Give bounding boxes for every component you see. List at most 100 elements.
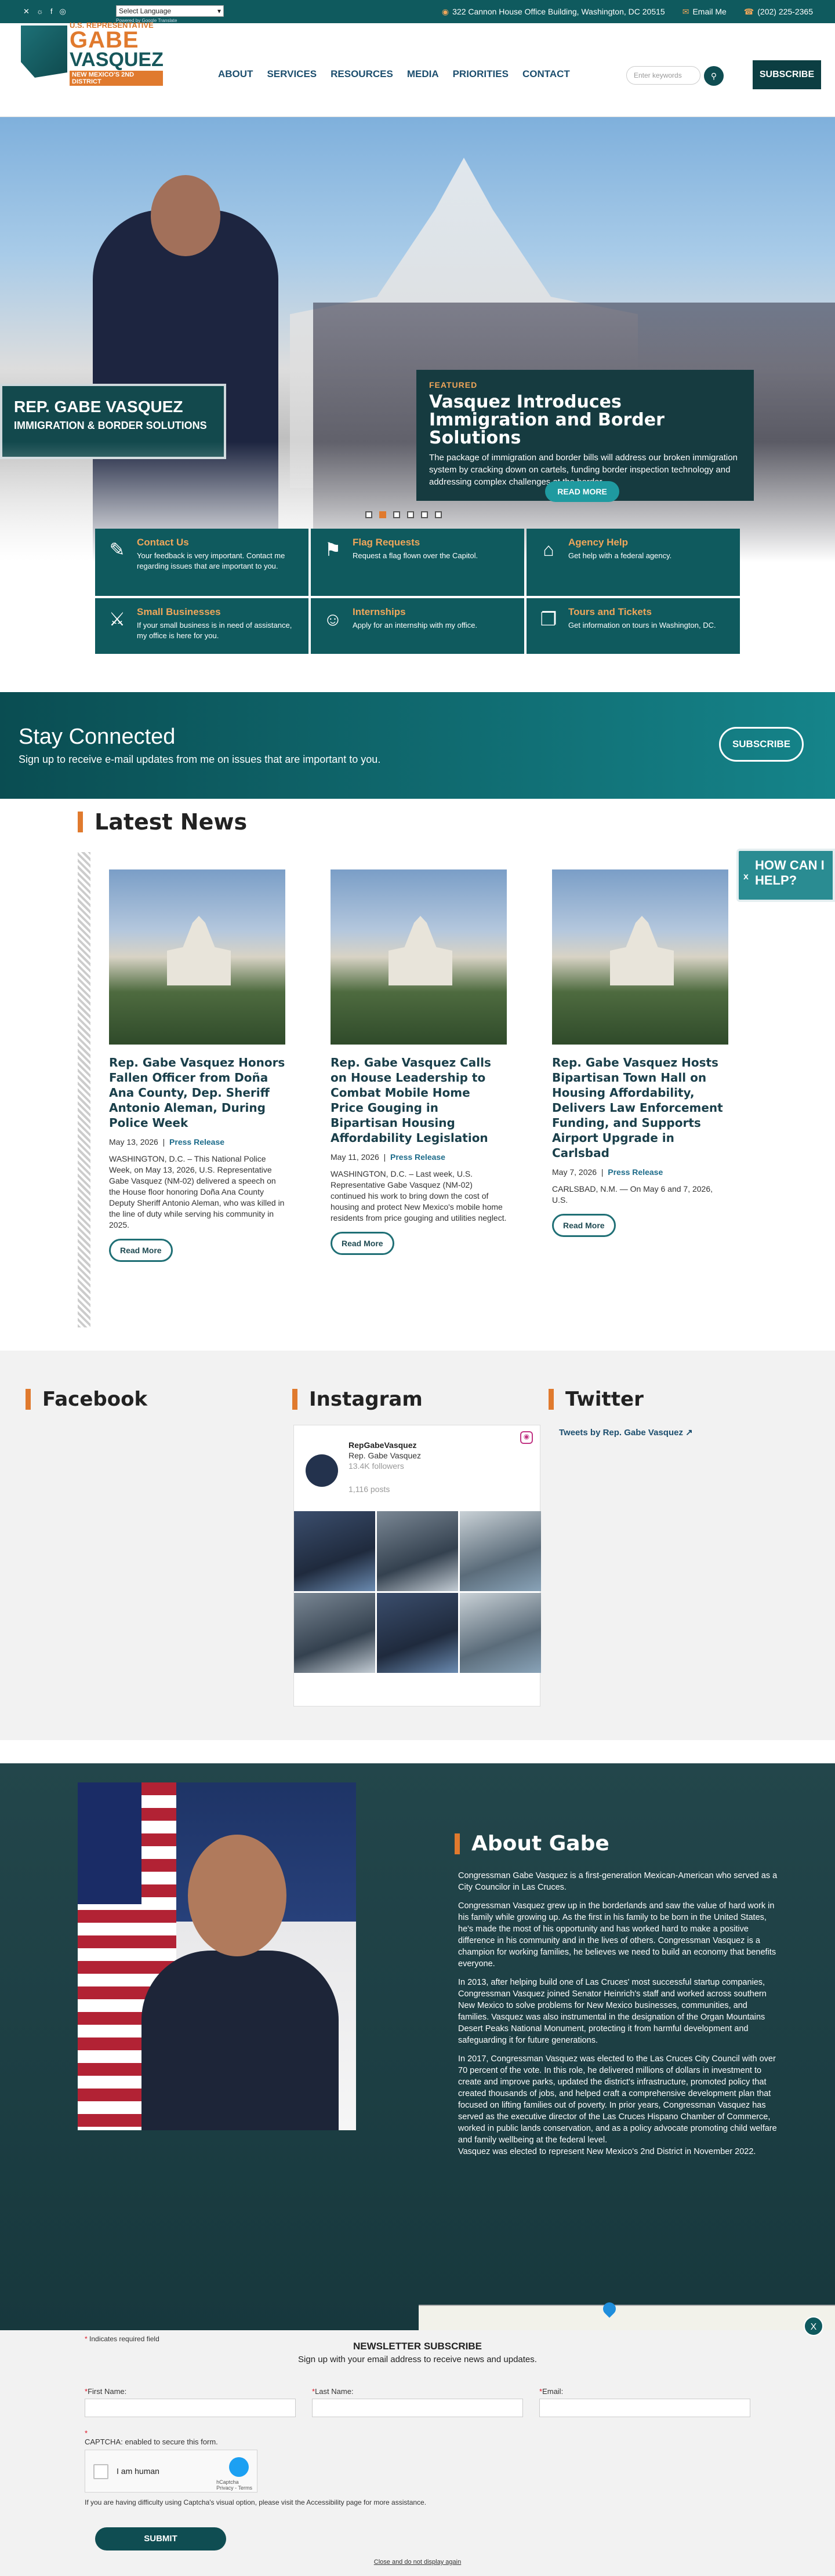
quick-link-card[interactable]: ✎ Contact Us Your feedback is very impor… — [95, 529, 308, 596]
facebook-icon[interactable]: f — [50, 7, 53, 16]
quick-link-card[interactable]: ❐ Tours and Tickets Get information on t… — [527, 598, 740, 654]
news-title[interactable]: Rep. Gabe Vasquez Honors Fallen Officer … — [109, 1055, 285, 1130]
envelope-icon: ✉ — [682, 7, 689, 16]
email-field[interactable] — [539, 2399, 750, 2417]
quick-link-desc: Get information on tours in Washington, … — [568, 621, 716, 630]
first-name-label: *First Name: — [85, 2387, 127, 2396]
nav-priorities[interactable]: PRIORITIES — [453, 68, 509, 80]
facebook-heading: Facebook — [26, 1388, 147, 1411]
main-nav: ABOUT SERVICES RESOURCES MEDIA PRIORITIE… — [218, 68, 570, 80]
nav-contact[interactable]: CONTACT — [522, 68, 570, 80]
x-icon[interactable]: ✕ — [23, 7, 30, 16]
close-icon[interactable]: x — [743, 869, 749, 885]
address-link[interactable]: ◉ 322 Cannon House Office Building, Washi… — [442, 7, 665, 17]
ig-photo[interactable] — [460, 1511, 541, 1591]
hcaptcha-logo-icon — [229, 2457, 249, 2477]
bluesky-icon[interactable]: ☼ — [37, 7, 43, 16]
ig-photo[interactable] — [377, 1511, 458, 1591]
close-do-not-display-link[interactable]: Close and do not display again — [0, 2559, 835, 2566]
instagram-icon[interactable]: ◎ — [59, 7, 66, 16]
read-more-button[interactable]: Read More — [552, 1214, 616, 1237]
quick-link-desc: Apply for an internship with my office. — [353, 621, 478, 630]
portrait-photo — [78, 1782, 356, 2130]
search-input[interactable]: Enter keywords — [626, 66, 700, 85]
email-link[interactable]: ✉ Email Me — [682, 7, 727, 17]
newsletter-heading: NEWSLETTER SUBSCRIBE — [353, 2341, 482, 2352]
ig-name: Rep. Gabe Vasquez — [348, 1451, 422, 1460]
news-excerpt: WASHINGTON, D.C. – This National Police … — [109, 1154, 285, 1229]
news-list: Rep. Gabe Vasquez Honors Fallen Officer … — [109, 869, 728, 1262]
submit-button[interactable]: SUBMIT — [95, 2527, 226, 2550]
news-title[interactable]: Rep. Gabe Vasquez Calls on House Leaders… — [331, 1055, 507, 1145]
slider-dot[interactable] — [407, 511, 414, 518]
site-logo[interactable]: U.S. REPRESENTATIVE GABE VASQUEZ NEW MEX… — [21, 21, 164, 86]
captcha-checkbox[interactable] — [93, 2464, 108, 2479]
phone-link[interactable]: ☎ (202) 225-2365 — [744, 7, 813, 17]
quick-link-card[interactable]: ⚔ Small Businesses If your small busines… — [95, 598, 308, 654]
close-icon[interactable]: X — [804, 2316, 823, 2336]
person-icon: ☺ — [323, 609, 343, 630]
nav-media[interactable]: MEDIA — [407, 68, 439, 80]
ig-handle[interactable]: RepGabeVasquez — [348, 1440, 417, 1450]
slider-dot[interactable] — [393, 511, 400, 518]
ig-photo[interactable] — [460, 1593, 541, 1673]
ig-photo[interactable] — [294, 1593, 375, 1673]
nav-services[interactable]: SERVICES — [267, 68, 317, 80]
slider-dot[interactable] — [435, 511, 442, 518]
header-subscribe-button[interactable]: SUBSCRIBE — [753, 60, 821, 89]
twitter-timeline-link[interactable]: Tweets by Rep. Gabe Vasquez ↗ — [559, 1427, 693, 1438]
news-title[interactable]: Rep. Gabe Vasquez Hosts Bipartisan Town … — [552, 1055, 728, 1160]
news-image[interactable] — [109, 869, 285, 1045]
ig-posts: 1,116 posts — [348, 1485, 390, 1494]
ig-photo[interactable] — [294, 1511, 375, 1591]
search-icon[interactable]: ⚲ — [704, 66, 724, 86]
office-map[interactable] — [419, 2300, 835, 2331]
slider-dot[interactable] — [379, 511, 386, 518]
nav-resources[interactable]: RESOURCES — [331, 68, 393, 80]
contact-info: ◉ 322 Cannon House Office Building, Washi… — [442, 7, 813, 17]
new-mexico-map-icon — [21, 26, 67, 78]
ig-photo-grid — [294, 1511, 541, 1673]
featured-title[interactable]: Vasquez Introduces Immigration and Borde… — [429, 393, 741, 447]
slider-dot[interactable] — [421, 511, 428, 518]
news-card: Rep. Gabe Vasquez Honors Fallen Officer … — [109, 869, 285, 1262]
featured-tag: FEATURED — [429, 380, 478, 390]
hero-slider: REP. GABE VASQUEZ IMMIGRATION & BORDER S… — [0, 117, 835, 575]
nav-about[interactable]: ABOUT — [218, 68, 253, 80]
ticket-icon: ❐ — [540, 609, 557, 630]
newsletter-subtext: Sign up with your email address to recei… — [298, 2355, 537, 2364]
about-paragraph: Congressman Gabe Vasquez is a first-gene… — [458, 1871, 778, 1892]
read-more-button[interactable]: Read More — [109, 1239, 173, 1262]
instagram-icon[interactable]: ◉ — [520, 1431, 533, 1444]
slider-dot[interactable] — [365, 511, 372, 518]
news-image[interactable] — [331, 869, 507, 1045]
ig-followers: 13.4K followers — [348, 1461, 404, 1471]
twitter-heading: Twitter — [549, 1388, 644, 1411]
news-excerpt: CARLSBAD, N.M. — On May 6 and 7, 2026, U… — [552, 1184, 713, 1205]
language-select[interactable]: Select Language ▾ — [116, 5, 224, 17]
avatar[interactable] — [306, 1454, 338, 1487]
how-can-i-help-tab[interactable]: x HOW CAN I HELP? — [736, 849, 835, 902]
quick-link-title: Internships — [353, 606, 406, 617]
first-name-field[interactable] — [85, 2399, 296, 2417]
stay-subscribe-button[interactable]: SUBSCRIBE — [719, 727, 804, 762]
about-heading: About Gabe — [455, 1832, 609, 1855]
ig-photo[interactable] — [377, 1593, 458, 1673]
quick-link-desc: Request a flag flown over the Capitol. — [353, 551, 478, 560]
last-name-field[interactable] — [312, 2399, 523, 2417]
news-meta: May 11, 2026 | Press Release — [331, 1152, 445, 1162]
slider-dots — [365, 511, 442, 518]
quick-links: ✎ Contact Us Your feedback is very impor… — [95, 529, 740, 654]
news-meta: May 13, 2026 | Press Release — [109, 1137, 225, 1147]
stay-connected-banner: Stay Connected Sign up to receive e-mail… — [0, 692, 835, 799]
phone-icon: ☎ — [743, 7, 754, 16]
about-paragraph: In 2013, after helping build one of Las … — [458, 1978, 767, 2045]
read-more-button[interactable]: READ MORE — [545, 481, 619, 502]
featured-card: FEATURED Vasquez Introduces Immigration … — [416, 370, 754, 502]
captcha-label: * CAPTCHA: enabled to secure this form. — [85, 2429, 218, 2446]
news-image[interactable] — [552, 869, 728, 1045]
quick-link-card[interactable]: ☺ Internships Apply for an internship wi… — [311, 598, 524, 654]
quick-link-card[interactable]: ⌂ Agency Help Get help with a federal ag… — [527, 529, 740, 596]
read-more-button[interactable]: Read More — [331, 1232, 394, 1255]
quick-link-card[interactable]: ⚑ Flag Requests Request a flag flown ove… — [311, 529, 524, 596]
